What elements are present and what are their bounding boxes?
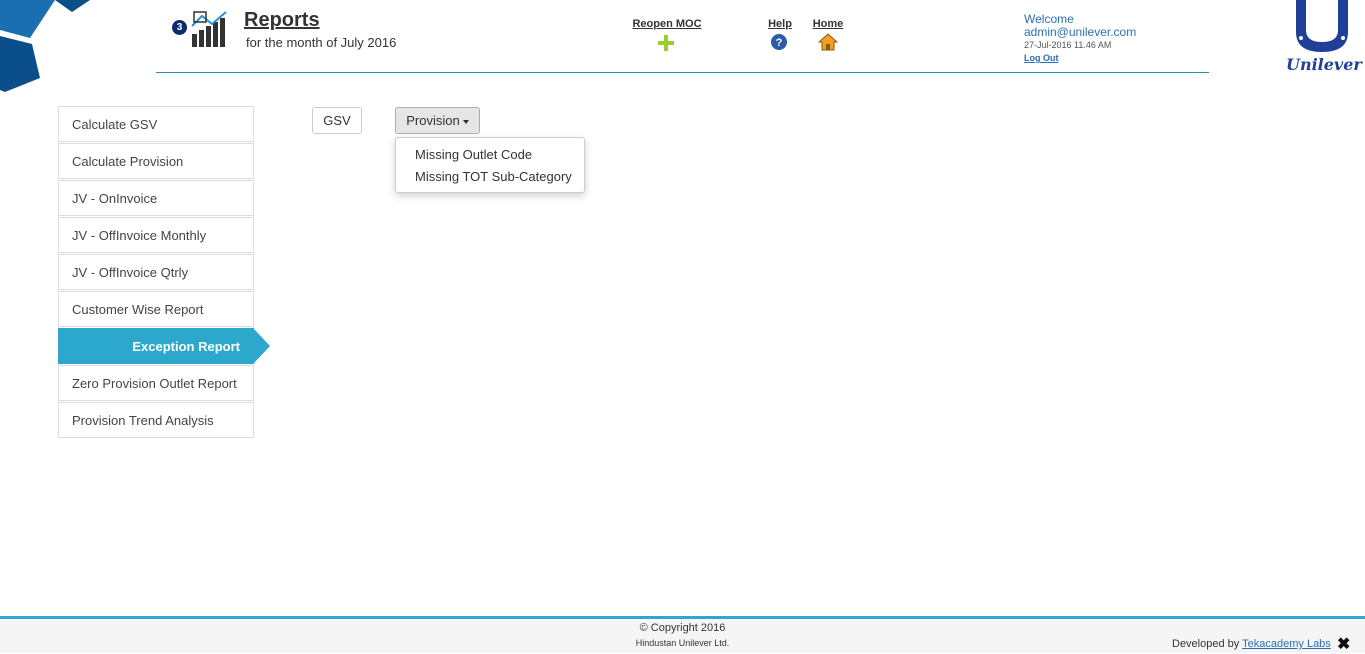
sidebar-item-calculate-gsv[interactable]: Calculate GSV <box>58 106 254 142</box>
caret-down-icon <box>462 119 469 124</box>
developed-by-label: Developed by <box>1172 638 1240 650</box>
sidebar-item-customer-wise-report[interactable]: Customer Wise Report <box>58 291 254 327</box>
sidebar-item-jv-oninvoice[interactable]: JV - OnInvoice <box>58 180 254 216</box>
close-icon[interactable]: ✖ <box>1337 634 1350 654</box>
notification-badge[interactable]: 3 <box>172 20 187 35</box>
help-link[interactable]: Help <box>763 18 797 30</box>
gsv-button[interactable]: GSV <box>312 107 362 134</box>
welcome-text: Welcome <box>1024 12 1074 26</box>
corner-decoration <box>0 0 90 92</box>
unilever-logo-text: Unilever <box>1286 55 1362 74</box>
developer-link[interactable]: Tekacademy Labs <box>1242 638 1331 650</box>
menu-item-missing-tot-sub-category[interactable]: Missing TOT Sub-Category <box>415 169 572 184</box>
provision-button-label: Provision <box>406 113 460 128</box>
copyright-label: Copyright 2016 <box>650 622 726 634</box>
copyright-text: © Copyright 2016 <box>0 622 1365 634</box>
user-email: admin@unilever.com <box>1024 25 1137 39</box>
page-title: Reports <box>244 9 320 31</box>
sidebar: Calculate GSV Calculate Provision JV - O… <box>58 106 270 439</box>
sidebar-item-zero-provision-outlet-report[interactable]: Zero Provision Outlet Report <box>58 365 254 401</box>
svg-text:?: ? <box>776 37 783 49</box>
reopen-moc-link[interactable]: Reopen MOC <box>628 18 706 30</box>
copyright-icon: © <box>639 622 648 634</box>
chart-icon <box>191 11 227 47</box>
sidebar-item-jv-offinvoice-qtrly[interactable]: JV - OffInvoice Qtrly <box>58 254 254 290</box>
menu-item-missing-outlet-code[interactable]: Missing Outlet Code <box>415 147 532 162</box>
provision-dropdown-menu: Missing Outlet Code Missing TOT Sub-Cate… <box>395 137 585 193</box>
page-subtitle: for the month of July 2016 <box>246 35 397 50</box>
sidebar-item-jv-offinvoice-monthly[interactable]: JV - OffInvoice Monthly <box>58 217 254 253</box>
sidebar-item-provision-trend-analysis[interactable]: Provision Trend Analysis <box>58 402 254 438</box>
login-datetime: 27-Jul-2016 11.46 AM <box>1024 40 1112 50</box>
home-icon[interactable] <box>818 32 838 52</box>
provision-dropdown-button[interactable]: Provision <box>395 107 480 134</box>
plus-icon[interactable] <box>656 33 676 53</box>
sidebar-item-calculate-provision[interactable]: Calculate Provision <box>58 143 254 179</box>
header-divider <box>156 72 1209 73</box>
developed-by: Developed by Tekacademy Labs <box>1172 638 1331 650</box>
company-name: Hindustan Unilever Ltd. <box>635 638 730 648</box>
sidebar-item-exception-report[interactable]: Exception Report <box>58 328 270 364</box>
help-icon[interactable]: ? <box>770 33 788 51</box>
reports-chart-icon: 3 <box>172 10 230 50</box>
logout-link[interactable]: Log Out <box>1024 53 1059 63</box>
home-link[interactable]: Home <box>810 18 846 30</box>
